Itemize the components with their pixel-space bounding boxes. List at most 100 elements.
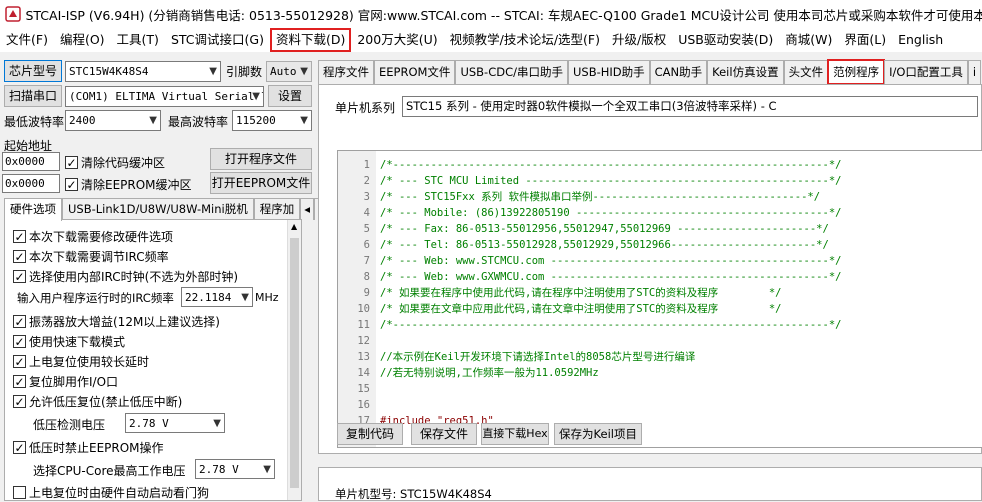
save-keil-project-button[interactable]: 保存为Keil项目	[554, 423, 642, 445]
menu-upgrade[interactable]: 升级/版权	[606, 28, 672, 52]
menu-prize[interactable]: 200万大奖(U)	[351, 28, 443, 52]
pin-count-select[interactable]: Auto ▼	[266, 61, 312, 82]
code-line: 7 /* --- Web: www.STCMCU.com ------------…	[338, 253, 978, 269]
menu-usb-driver[interactable]: USB驱动安装(D)	[672, 28, 779, 52]
code-text: /* --- Web: www.GXWMCU.com -------------…	[380, 271, 842, 283]
max-baud-select[interactable]: 115200 ▼	[232, 110, 312, 131]
tab-more[interactable]: i	[967, 60, 982, 84]
clear-code-buffer-checkbox[interactable]: ✓ 清除代码缓冲区	[65, 154, 165, 171]
tab-program-file[interactable]: 程序文件	[318, 60, 374, 84]
chip-model-select[interactable]: STC15W4K48S4 ▼	[65, 61, 221, 82]
low-voltage-select[interactable]: 2.78 V ▼	[125, 413, 225, 433]
tab-eeprom-file[interactable]: EEPROM文件	[374, 60, 456, 84]
code-text: //本示例在Keil开发环境下请选择Intel的8058芯片型号进行编译	[380, 351, 696, 363]
tab-usb-cdc-serial[interactable]: USB-CDC/串口助手	[455, 60, 568, 84]
example-select[interactable]: STC15 系列 - 使用定时器0软件模拟一个全双工串口(3倍波特率采样) - …	[402, 96, 978, 117]
min-baud-select[interactable]: 2400 ▼	[65, 110, 161, 131]
port-select[interactable]: (COM1) ELTIMA Virtual Serial l ▼	[65, 86, 264, 107]
code-start-address-input[interactable]: 0x0000	[2, 152, 60, 171]
tab-usb-hid[interactable]: USB-HID助手	[567, 60, 650, 84]
code-editor[interactable]: 1 /*-------------------------------------…	[337, 150, 982, 448]
option-low-voltage-reset[interactable]: ✓ 允许低压复位(禁止低压中断)	[13, 393, 182, 410]
examples-panel: 单片机系列 STC15 系列 - 使用定时器0软件模拟一个全双工串口(3倍波特率…	[318, 84, 982, 454]
menu-debug-interface[interactable]: STC调试接口(G)	[165, 28, 270, 52]
scan-port-button[interactable]: 扫描串口	[4, 85, 62, 107]
max-baud-value: 115200	[236, 114, 276, 127]
code-line: 3 /* --- STC15Fxx 系列 软件模拟串口举例------------…	[338, 189, 978, 205]
option-fast-download[interactable]: ✓ 使用快速下载模式	[13, 333, 125, 350]
code-text: //若无特别说明,工作频率一般为11.0592MHz	[380, 367, 599, 379]
code-text: /* --- Web: www.STCMCU.com -------------…	[380, 255, 842, 267]
scroll-up-icon[interactable]: ▲	[291, 222, 297, 231]
option-oscillator-gain[interactable]: ✓ 振荡器放大增益(12M以上建议选择)	[13, 313, 220, 330]
menu-file[interactable]: 文件(F)	[0, 28, 54, 52]
option-internal-irc[interactable]: ✓ 选择使用内部IRC时钟(不选为外部时钟)	[13, 268, 238, 285]
settings-button[interactable]: 设置	[268, 85, 312, 107]
left-tab-strip: 硬件选项 USB-Link1D/U8W/U8W-Mini脱机 程序加 ◂ ▸	[4, 198, 328, 221]
tab-header-file[interactable]: 头文件	[783, 60, 829, 84]
options-scrollbar[interactable]: ▲	[287, 220, 301, 500]
menu-downloads[interactable]: 资料下载(D)	[269, 28, 352, 52]
code-text: /*--------------------------------------…	[380, 319, 842, 331]
line-number: 15	[357, 383, 370, 395]
option-label: 本次下载需要修改硬件选项	[29, 230, 174, 244]
irc-frequency-label: 输入用户程序运行时的IRC频率	[17, 291, 174, 305]
tab-scroll-left-icon[interactable]: ◂	[300, 198, 315, 220]
menu-video-forum[interactable]: 视频教学/技术论坛/选型(F)	[444, 28, 606, 52]
clear-eeprom-buffer-checkbox[interactable]: ✓ 清除EEPROM缓冲区	[65, 176, 192, 193]
check-icon: ✓	[65, 155, 78, 170]
option-label: 本次下载需要调节IRC频率	[29, 250, 169, 264]
tab-hardware-options[interactable]: 硬件选项	[4, 198, 62, 221]
save-file-button[interactable]: 保存文件	[411, 423, 477, 445]
option-label: 上电复位时由硬件自动启动看门狗	[29, 486, 210, 500]
irc-frequency-select[interactable]: 22.1184 ▼	[181, 287, 253, 307]
check-icon: ✓	[13, 354, 26, 369]
pin-count-label: 引脚数	[226, 65, 263, 79]
tab-io-config[interactable]: I/O口配置工具	[884, 60, 968, 84]
chevron-down-icon: ▼	[149, 115, 157, 126]
min-baud-value: 2400	[69, 114, 96, 127]
direct-download-hex-button[interactable]: 直接下载Hex	[481, 423, 549, 445]
tab-program-encrypt[interactable]: 程序加	[253, 198, 301, 220]
chevron-down-icon: ▼	[209, 66, 217, 77]
menu-tools[interactable]: 工具(T)	[111, 28, 165, 52]
option-hardware-watchdog[interactable]: 上电复位时由硬件自动启动看门狗	[13, 484, 210, 500]
menu-interface[interactable]: 界面(L)	[838, 28, 892, 52]
menu-english[interactable]: English	[892, 28, 949, 52]
title-bar: STCAI-ISP (V6.94H) (分销商销售电话: 0513-550129…	[0, 0, 982, 28]
line-number: 7	[363, 255, 370, 267]
copy-code-button[interactable]: 复制代码	[337, 423, 403, 445]
irc-frequency-value: 22.1184	[185, 291, 232, 304]
open-program-file-button[interactable]: 打开程序文件	[210, 148, 312, 170]
option-disable-eeprom-low-voltage[interactable]: ✓ 低压时禁止EEPROM操作	[13, 439, 164, 456]
port-value: (COM1) ELTIMA Virtual Serial l	[69, 90, 264, 103]
chevron-down-icon: ▼	[241, 292, 249, 303]
chip-model-value: STC15W4K48S4	[69, 65, 149, 78]
tab-example-programs[interactable]: 范例程序	[827, 59, 886, 85]
check-icon: ✓	[13, 249, 26, 264]
eeprom-start-address-input[interactable]: 0x0000	[2, 174, 60, 193]
tab-usb-link[interactable]: USB-Link1D/U8W/U8W-Mini脱机	[62, 198, 254, 220]
tab-keil-debug[interactable]: Keil仿真设置	[707, 60, 784, 84]
scrollbar-thumb[interactable]	[290, 238, 299, 488]
line-number: 8	[363, 271, 370, 283]
option-reset-pin-io[interactable]: ✓ 复位脚用作I/O口	[13, 373, 118, 390]
tab-can[interactable]: CAN助手	[649, 60, 708, 84]
code-line: 4 /* --- Mobile: (86)13922805190 --------…	[338, 205, 978, 221]
chip-model-button[interactable]: 芯片型号	[4, 60, 62, 82]
option-modify-hardware[interactable]: ✓ 本次下载需要修改硬件选项	[13, 228, 173, 245]
menu-program[interactable]: 编程(O)	[54, 28, 111, 52]
check-icon: ✓	[13, 374, 26, 389]
line-number: 16	[357, 399, 370, 411]
line-number: 4	[363, 207, 370, 219]
code-line: 16	[338, 397, 978, 413]
series-label: 单片机系列	[335, 101, 396, 115]
option-long-reset-delay[interactable]: ✓ 上电复位使用较长延时	[13, 353, 149, 370]
option-adjust-irc[interactable]: ✓ 本次下载需要调节IRC频率	[13, 248, 169, 265]
menu-shop[interactable]: 商城(W)	[779, 28, 838, 52]
chevron-down-icon: ▼	[300, 115, 308, 126]
cpu-voltage-select[interactable]: 2.78 V ▼	[195, 459, 275, 479]
right-tab-strip: 程序文件 EEPROM文件 USB-CDC/串口助手 USB-HID助手 CAN…	[318, 59, 982, 85]
option-label: 复位脚用作I/O口	[29, 375, 119, 389]
open-eeprom-file-button[interactable]: 打开EEPROM文件	[210, 172, 312, 194]
